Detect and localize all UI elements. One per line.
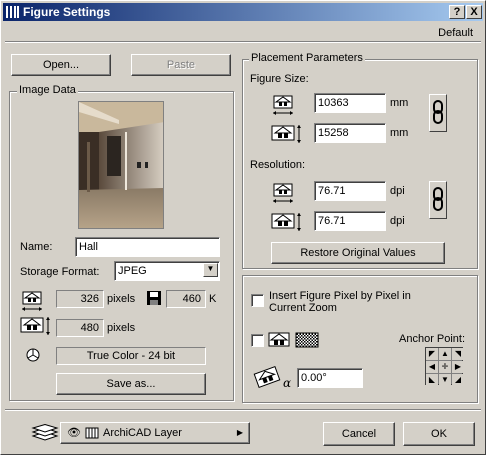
rotation-angle-icon: α: [253, 366, 291, 389]
title-bar: Figure Settings ? X: [3, 3, 483, 21]
figure-width-input[interactable]: 10363: [314, 93, 386, 113]
anchor-center-icon[interactable]: ✛: [439, 361, 451, 373]
color-depth-value: True Color - 24 bit: [56, 347, 206, 365]
size-chain-link-button[interactable]: [429, 94, 447, 132]
resolution-label: Resolution:: [250, 159, 306, 171]
name-input[interactable]: Hall: [75, 237, 220, 257]
cancel-button[interactable]: Cancel: [323, 422, 395, 446]
layer-select[interactable]: 👁 ArchiCAD Layer ▶: [60, 422, 250, 444]
resolution-vertical-icon: [271, 213, 301, 231]
open-button[interactable]: Open...: [11, 54, 111, 76]
insert-pixel-checkbox[interactable]: [251, 294, 264, 307]
anchor-point-grid[interactable]: ◤ ▲ ◥ ◀ ✛ ▶ ◣ ▼ ◢: [425, 347, 464, 386]
layer-lock-icon: [85, 427, 99, 439]
file-size-value: 460: [166, 290, 206, 308]
chevron-right-icon: ▶: [236, 428, 243, 437]
storage-format-select[interactable]: JPEG ▼: [114, 261, 220, 281]
resolution-horizontal-icon: [273, 183, 293, 203]
file-size-unit: K: [209, 293, 217, 305]
anchor-middle-right-icon[interactable]: ▶: [452, 361, 464, 373]
top-divider: [5, 41, 481, 43]
save-as-button[interactable]: Save as...: [56, 373, 206, 395]
help-button[interactable]: ?: [449, 5, 465, 19]
image-width-value: 326: [56, 290, 104, 308]
figure-icon: [268, 332, 290, 347]
floppy-disk-icon: [147, 291, 161, 305]
resolution-horizontal-input[interactable]: 76.71: [314, 181, 386, 201]
resolution-vertical-unit: dpi: [390, 215, 405, 227]
svg-text:α: α: [283, 376, 291, 389]
chain-link-icon: [433, 187, 443, 211]
resolution-horizontal-unit: dpi: [390, 185, 405, 197]
ok-button[interactable]: OK: [403, 422, 475, 446]
anchor-bottom-center-icon[interactable]: ▼: [439, 374, 451, 386]
hall-preview-image: [79, 102, 163, 228]
image-data-group-label: Image Data: [17, 84, 78, 96]
anchor-top-right-icon[interactable]: ◥: [452, 348, 464, 360]
width-icon: [22, 291, 42, 311]
figure-width-unit: mm: [390, 97, 409, 109]
figure-size-label: Figure Size:: [250, 73, 309, 85]
resolution-vertical-input[interactable]: 76.71: [314, 211, 386, 231]
figure-height-icon: [271, 125, 301, 143]
figure-height-input[interactable]: 15258: [314, 123, 386, 143]
placement-parameters-label: Placement Parameters: [249, 52, 365, 64]
eye-icon: 👁: [67, 427, 81, 439]
default-label: Default: [438, 27, 473, 39]
resolution-chain-link-button[interactable]: [429, 181, 447, 219]
figure-app-icon: [6, 6, 19, 18]
storage-format-label: Storage Format:: [20, 266, 100, 278]
transparency-checkbox[interactable]: [251, 334, 264, 347]
restore-original-values-button[interactable]: Restore Original Values: [271, 242, 445, 264]
figure-settings-dialog: Figure Settings ? X Default Open... Past…: [0, 0, 486, 455]
image-width-unit: pixels: [107, 293, 136, 305]
chain-link-icon: [433, 100, 443, 124]
anchor-top-left-icon[interactable]: ◤: [426, 348, 438, 360]
color-depth-icon: [26, 348, 40, 362]
paste-button[interactable]: Paste: [131, 54, 231, 76]
anchor-bottom-right-icon[interactable]: ◢: [452, 374, 464, 386]
figure-height-unit: mm: [390, 127, 409, 139]
image-height-value: 480: [56, 319, 104, 337]
insert-pixel-label: Insert Figure Pixel by Pixel in Current …: [269, 290, 411, 314]
image-preview: [78, 101, 164, 229]
layers-icon: [31, 424, 59, 441]
transparent-background-icon: [295, 332, 319, 348]
name-label: Name:: [20, 241, 53, 253]
anchor-top-center-icon[interactable]: ▲: [439, 348, 451, 360]
height-icon: [20, 317, 50, 335]
anchor-bottom-left-icon[interactable]: ◣: [426, 374, 438, 386]
chevron-down-icon[interactable]: ▼: [203, 263, 218, 277]
layer-value: ArchiCAD Layer: [103, 427, 182, 439]
close-button[interactable]: X: [466, 5, 482, 19]
rotation-angle-input[interactable]: 0.00°: [297, 368, 363, 388]
image-height-unit: pixels: [107, 322, 136, 334]
figure-width-icon: [273, 95, 293, 115]
anchor-point-label: Anchor Point:: [399, 333, 466, 345]
anchor-middle-left-icon[interactable]: ◀: [426, 361, 438, 373]
storage-format-value: JPEG: [118, 265, 147, 277]
bottom-divider: [5, 409, 481, 411]
window-title: Figure Settings: [23, 5, 111, 19]
